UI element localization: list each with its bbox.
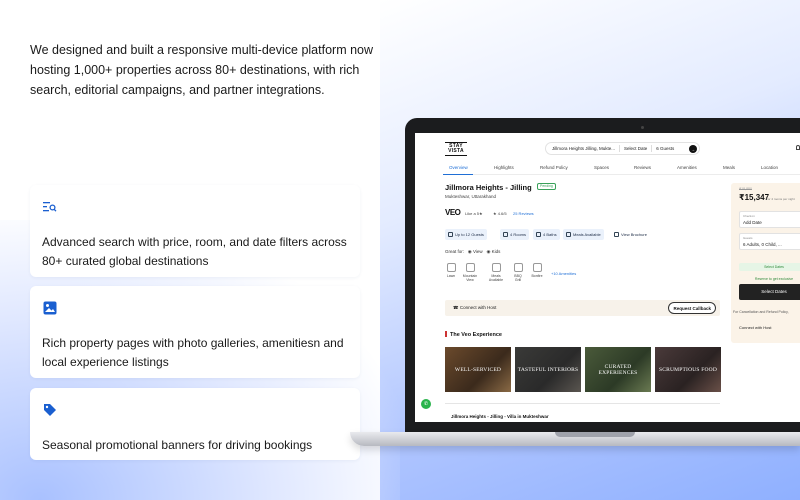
- select-dates-note: Select Dates: [739, 263, 800, 271]
- tab-refund-policy[interactable]: Refund Policy: [540, 165, 568, 170]
- chip-guests: Up to 12 Guests: [445, 229, 487, 240]
- bed-icon: [503, 232, 508, 237]
- feature-card-search: Advanced search with price, room, and da…: [30, 185, 360, 277]
- old-price: ₹18,880: [739, 187, 752, 191]
- feature-text: Seasonal promotional banners for driving…: [42, 438, 313, 452]
- veo-logo: VEO: [445, 208, 461, 217]
- laptop-screen: STAY VISTA Jillmora Heights Jilling, Muk…: [415, 133, 800, 422]
- pending-badge: Pending: [537, 183, 556, 190]
- request-callback-button[interactable]: Request Callback: [668, 302, 716, 314]
- image-icon: [42, 300, 58, 316]
- price-sub: For 4 rooms per night: [766, 197, 795, 201]
- search-go-icon[interactable]: →: [689, 145, 697, 153]
- property-title: Jillmora Heights - Jilling: [445, 183, 532, 192]
- kids-icon: ◉: [486, 249, 491, 254]
- book-button[interactable]: Select Dates: [739, 284, 800, 300]
- site-header: STAY VISTA Jillmora Heights Jilling, Muk…: [415, 133, 800, 161]
- amenity-item: Meals Available: [487, 263, 505, 282]
- tab-amenities[interactable]: Amenities: [677, 165, 697, 170]
- meal-icon: [491, 263, 501, 272]
- view-icon: ◉: [467, 249, 472, 254]
- search-list-icon: [42, 199, 58, 215]
- reserve-note: Reserve to get exclusive: [754, 277, 794, 281]
- veo-rating-score: ★ 4.6/5: [493, 211, 507, 216]
- date-field[interactable]: Check-in Add Date: [739, 211, 800, 228]
- tab-highlights[interactable]: Highlights: [494, 165, 514, 170]
- search-location[interactable]: Jillmora Heights Jilling, Mukte...: [552, 146, 615, 151]
- lawn-icon: [446, 263, 456, 272]
- feature-card-property-pages: Rich property pages with photo galleries…: [30, 286, 360, 378]
- next-section-title: Jillmora Heights - Jilling - Villa in Mu…: [451, 414, 549, 419]
- experience-card-food[interactable]: SCRUMPTIOUS FOOD: [655, 347, 721, 392]
- brochure-link[interactable]: View Brochure: [611, 229, 650, 240]
- guests-icon: [448, 232, 453, 237]
- bonfire-icon: [532, 263, 542, 272]
- feature-text: Rich property pages with photo galleries…: [42, 336, 344, 369]
- meal-icon: [566, 232, 571, 237]
- section-divider: [445, 403, 720, 404]
- tag-icon: [42, 402, 58, 418]
- reviews-link[interactable]: 25 Reviews: [513, 211, 534, 216]
- guests-field[interactable]: Guests 6 Adults, 0 Child, ...: [739, 233, 800, 250]
- intro-paragraph: We designed and built a responsive multi…: [30, 43, 374, 97]
- more-amenities-link[interactable]: +10 Amenities: [551, 271, 576, 276]
- amenity-item: Lawn: [442, 263, 460, 278]
- whatsapp-icon[interactable]: ✆: [421, 399, 431, 409]
- grill-icon: [513, 263, 523, 272]
- bath-icon: [536, 232, 541, 237]
- laptop-notch: [555, 432, 635, 437]
- feature-text: Advanced search with price, room, and da…: [42, 235, 347, 268]
- chip-baths: 4 Baths: [533, 229, 560, 240]
- connect-host-bar: ☎ Connect with Host Request Callback: [445, 300, 720, 316]
- booking-connect-host[interactable]: Connect with Host: [731, 319, 800, 336]
- site-search-bar[interactable]: Jillmora Heights Jilling, Mukte... Selec…: [545, 142, 700, 155]
- search-guests[interactable]: 6 Guests: [656, 146, 674, 151]
- tab-overview[interactable]: Overview: [449, 165, 468, 170]
- document-icon: [614, 232, 619, 237]
- great-for-row: Great for: ◉ View ◉ Kids: [445, 249, 501, 254]
- chip-rooms: 4 Rooms: [500, 229, 530, 240]
- search-date[interactable]: Select Date: [624, 146, 647, 151]
- tab-reviews[interactable]: Reviews: [634, 165, 651, 170]
- active-tab-underline: [443, 174, 473, 175]
- site-tabs: Overview Highlights Refund Policy Spaces…: [443, 163, 800, 175]
- veo-rating-label: Like a 5★: [465, 211, 483, 216]
- amenity-item: Mountain View: [461, 263, 479, 282]
- amenity-item: BBQ Grill: [509, 263, 527, 282]
- feature-card-promotions: Seasonal promotional banners for driving…: [30, 388, 360, 460]
- mountain-icon: [465, 263, 475, 272]
- bell-icon[interactable]: [796, 145, 800, 150]
- tab-location[interactable]: Location: [761, 165, 778, 170]
- amenity-item: Bonfire: [528, 263, 546, 278]
- site-logo[interactable]: STAY VISTA: [445, 142, 467, 156]
- chip-meals: Meals Available: [563, 229, 604, 240]
- property-location: Mukteshwar, Uttarakhand: [445, 194, 497, 199]
- tab-spaces[interactable]: Spaces: [594, 165, 609, 170]
- tab-meals[interactable]: Meals: [723, 165, 735, 170]
- laptop-camera: [641, 126, 644, 129]
- experience-card-well-serviced[interactable]: WELL-SERVICED: [445, 347, 511, 392]
- experience-card-experiences[interactable]: CURATED EXPERIENCES: [585, 347, 651, 392]
- price: ₹15,347: [739, 193, 770, 202]
- connect-host-label: ☎ Connect with Host: [453, 305, 497, 310]
- connect-host-label: Connect with Host: [739, 325, 772, 330]
- experience-section-title: The Veo Experience: [445, 331, 502, 338]
- experience-card-interiors[interactable]: TASTEFUL INTERIORS: [515, 347, 581, 392]
- cancellation-note: For Cancellation and Refund Policy,: [733, 310, 789, 314]
